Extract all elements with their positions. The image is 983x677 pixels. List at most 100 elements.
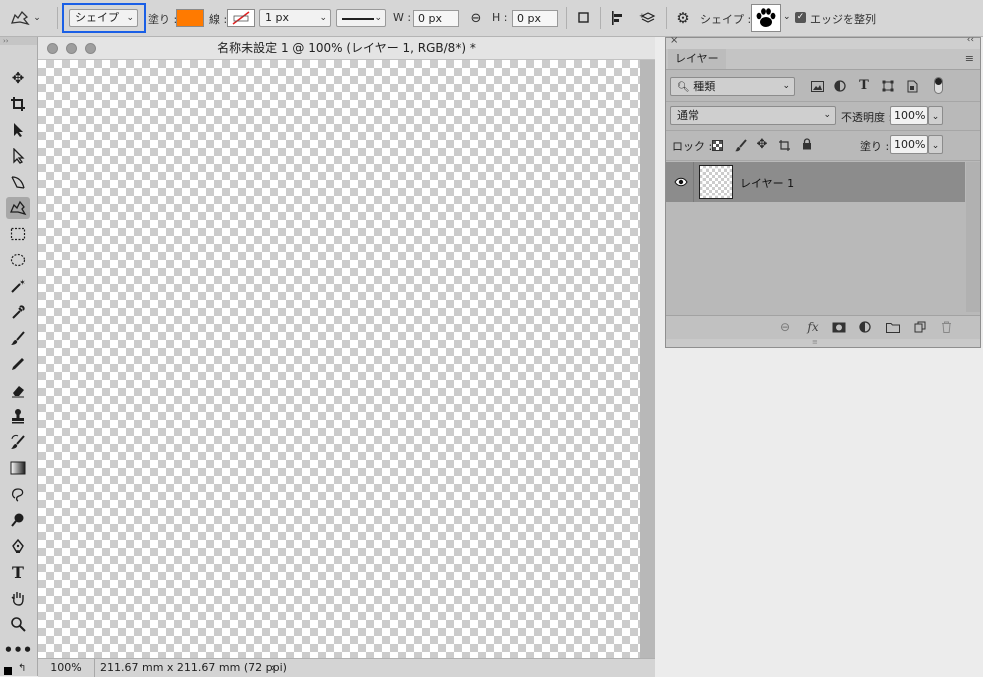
svg-text:+: + <box>639 12 645 20</box>
filter-toggle-switch[interactable] <box>934 77 943 94</box>
chevron-down-icon[interactable]: ⌄ <box>783 12 791 22</box>
lock-position-icon[interactable]: ✥ <box>755 137 769 152</box>
tab-layers[interactable]: レイヤー <box>668 49 726 69</box>
shape-picker[interactable] <box>751 4 781 32</box>
vertical-scrollbar[interactable] <box>640 60 655 658</box>
opacity-field[interactable]: 100% <box>890 106 928 125</box>
pencil-tool-icon[interactable] <box>6 353 30 375</box>
height-field[interactable]: 0 px <box>512 10 558 27</box>
pixel-layer-filter-icon[interactable] <box>809 78 825 94</box>
layer-list-scrollbar[interactable] <box>966 162 980 312</box>
path-operations-icon <box>578 12 589 23</box>
custom-shape-tool-icon <box>11 10 30 26</box>
opacity-label: 不透明度 : <box>841 111 893 124</box>
link-icon[interactable]: ⊖ <box>466 10 486 26</box>
lock-image-pixels-icon[interactable] <box>733 138 747 152</box>
path-alignment-button[interactable] <box>607 9 629 27</box>
path-operations-button[interactable] <box>574 9 594 27</box>
info-menu-arrow[interactable]: › <box>271 659 275 677</box>
adjustment-layer-filter-icon[interactable] <box>832 78 848 94</box>
trash-icon[interactable] <box>938 320 954 334</box>
opacity-dropdown-button[interactable]: ⌄ <box>928 106 943 125</box>
dodge-tool-icon[interactable] <box>6 509 30 531</box>
align-edges-checkbox[interactable]: ✓ <box>795 12 806 23</box>
swap-arrow-icon[interactable]: ↰ <box>18 663 26 674</box>
brush-tool-icon[interactable] <box>6 327 30 349</box>
blend-mode-select[interactable]: 通常 ⌄ <box>670 106 836 125</box>
shape-layer-filter-icon[interactable] <box>880 78 896 94</box>
lock-all-icon[interactable] <box>800 137 814 151</box>
tools-panel: ›› ✥ ✶ T ••• ↰ <box>0 37 38 676</box>
tool-preset-picker[interactable]: ⌄ <box>6 8 44 28</box>
crop-tool-icon[interactable] <box>6 93 30 115</box>
layer-thumbnail[interactable] <box>699 165 733 199</box>
zoom-tool-icon[interactable] <box>6 613 30 635</box>
path-selection-tool-icon[interactable] <box>6 119 30 141</box>
divider <box>566 7 567 29</box>
hand-tool-icon[interactable] <box>6 587 30 609</box>
close-window-button[interactable] <box>47 43 58 54</box>
smart-object-filter-icon[interactable] <box>904 78 920 94</box>
chevron-down-icon: ⌄ <box>823 110 831 120</box>
collapse-panel-icon[interactable]: ‹‹ <box>967 35 974 45</box>
fill-dropdown-button[interactable]: ⌄ <box>928 135 943 154</box>
pen-tool-icon[interactable] <box>6 535 30 557</box>
grip-icon: ≡ <box>812 338 818 346</box>
link-layers-icon[interactable]: ⊖ <box>777 320 793 334</box>
direct-selection-tool-icon[interactable] <box>6 145 30 167</box>
gradient-tool-icon[interactable] <box>6 457 30 479</box>
filter-type-select[interactable]: 🔍︎ 種類 ⌄ <box>670 77 795 96</box>
lock-fill-row: ロック : ✥ 塗り : 100% ⌄ <box>666 131 980 161</box>
panel-menu-icon[interactable]: ≡ <box>965 52 974 65</box>
type-tool-icon[interactable]: T <box>6 561 30 583</box>
folder-icon[interactable] <box>885 320 901 334</box>
panel-resize-handle[interactable]: ≡ <box>666 338 980 347</box>
stroke-color-swatch[interactable] <box>227 9 255 27</box>
fx-icon[interactable]: fx <box>805 320 821 334</box>
new-adjustment-layer-icon[interactable] <box>857 320 873 334</box>
prevent-auto-nesting-icon[interactable] <box>777 138 791 152</box>
fill-color-swatch[interactable] <box>176 9 204 27</box>
zoom-window-button[interactable] <box>85 43 96 54</box>
divider <box>666 7 667 29</box>
fill-field[interactable]: 100% <box>890 135 928 154</box>
clone-stamp-tool-icon[interactable] <box>6 405 30 427</box>
stroke-width-select[interactable]: 1 px ⌄ <box>259 9 331 27</box>
history-brush-tool-icon[interactable] <box>6 431 30 453</box>
path-arrangement-button[interactable]: + <box>637 9 659 27</box>
more-tools-icon[interactable]: ••• <box>4 639 33 661</box>
move-tool-icon[interactable]: ✥ <box>6 67 30 89</box>
elliptical-marquee-tool-icon[interactable] <box>6 249 30 271</box>
gear-icon[interactable]: ⚙ <box>673 9 693 27</box>
rectangular-marquee-tool-icon[interactable] <box>6 223 30 245</box>
custom-shape-tool-icon[interactable] <box>6 197 30 219</box>
no-color-icon <box>232 11 250 25</box>
eyedropper-tool-icon[interactable] <box>6 301 30 323</box>
foreground-color-swatch[interactable] <box>4 667 12 675</box>
align-edges-label: エッジを整列 <box>810 13 876 26</box>
new-layer-icon[interactable] <box>912 320 928 334</box>
color-swap-icon[interactable]: ↰ <box>4 663 32 676</box>
mode-select[interactable]: シェイプ ⌄ <box>69 9 138 27</box>
layer-name[interactable]: レイヤー 1 <box>740 175 794 191</box>
transparent-canvas[interactable] <box>38 60 640 658</box>
eye-icon[interactable] <box>673 174 689 190</box>
layer-row[interactable]: レイヤー 1 <box>666 162 965 202</box>
layers-panel-footer: ⊖ fx <box>666 315 980 339</box>
zoom-level-field[interactable]: 100% <box>38 659 95 677</box>
eraser-tool-icon[interactable] <box>6 379 30 401</box>
chevron-down-icon: ⌄ <box>931 141 940 151</box>
add-mask-icon[interactable] <box>831 320 847 334</box>
minimize-window-button[interactable] <box>66 43 77 54</box>
type-layer-filter-icon[interactable]: T <box>856 77 872 93</box>
close-panel-icon[interactable]: × <box>670 35 678 46</box>
panel-collapse-handle[interactable]: ›› <box>0 37 37 45</box>
lock-transparent-pixels-icon[interactable] <box>710 138 724 152</box>
stroke-type-select[interactable]: ⌄ <box>336 9 386 27</box>
align-left-icon <box>612 11 622 25</box>
magic-wand-tool-icon[interactable]: ✶ <box>6 275 30 297</box>
freeform-pen-tool-icon[interactable] <box>6 171 30 193</box>
lasso-tool-icon[interactable] <box>6 483 30 505</box>
chevron-down-icon: ⌄ <box>931 112 940 122</box>
width-field[interactable]: 0 px <box>413 10 459 27</box>
